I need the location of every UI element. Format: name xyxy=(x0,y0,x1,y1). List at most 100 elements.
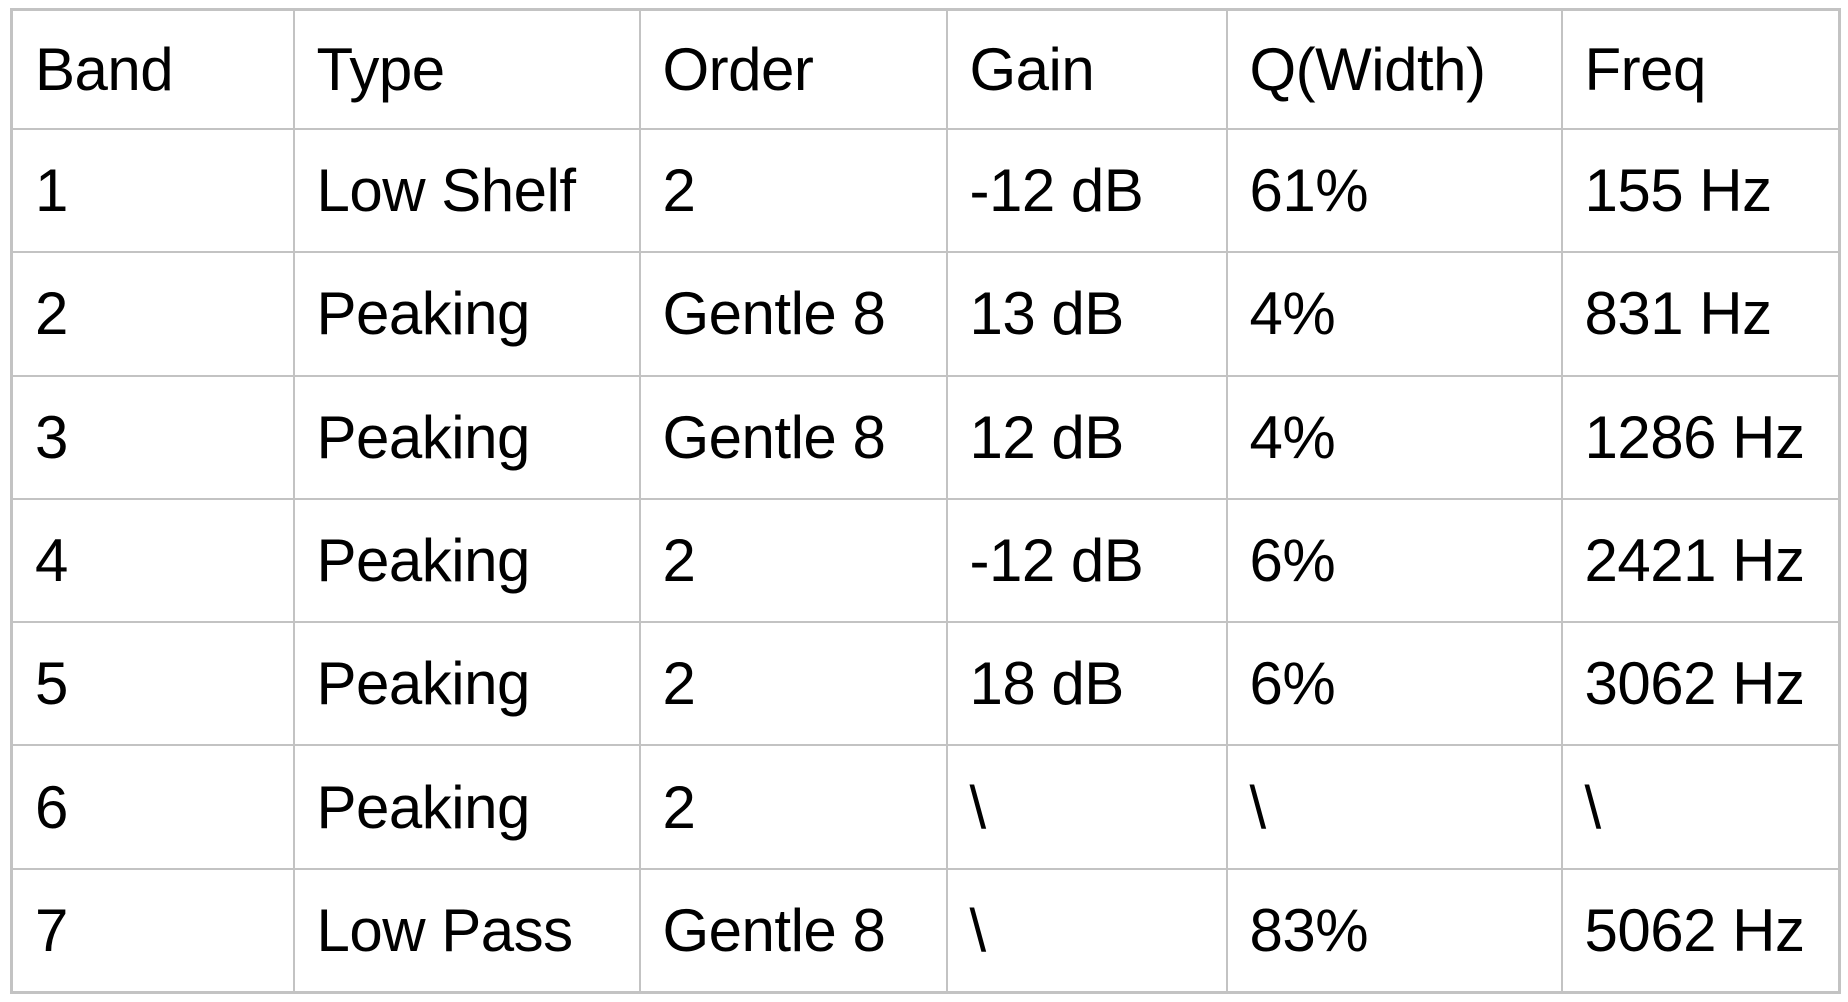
cell-order: Gentle 8 xyxy=(638,867,948,994)
column-header-order-label: Order xyxy=(662,36,814,103)
cell-freq: 3062 Hz xyxy=(1560,621,1841,747)
column-header-band-label: Band xyxy=(35,36,174,103)
cell-freq: 831 Hz xyxy=(1560,251,1841,377)
cell-band-value: 1 xyxy=(35,157,68,225)
cell-band: 6 xyxy=(10,744,295,870)
cell-freq-value: 3062 Hz xyxy=(1584,650,1805,718)
cell-gain: \ xyxy=(945,744,1228,870)
cell-gain: 13 dB xyxy=(945,251,1228,377)
cell-type: Peaking xyxy=(292,621,641,747)
table-row: 7 Low Pass Gentle 8 \ 83% 5062 Hz xyxy=(10,867,1841,994)
table-row: 1 Low Shelf 2 -12 dB 61% 155 Hz xyxy=(10,127,1841,254)
table-row: 4 Peaking 2 -12 dB 6% 2421 Hz xyxy=(10,497,1841,624)
cell-q-value: 83% xyxy=(1249,896,1369,964)
cell-q: \ xyxy=(1225,744,1563,870)
cell-freq-value: 1286 Hz xyxy=(1584,403,1805,471)
cell-type-value: Low Pass xyxy=(316,896,574,964)
cell-gain-placeholder: \ xyxy=(969,896,987,964)
cell-type-value: Peaking xyxy=(316,773,531,841)
table-row: 5 Peaking 2 18 dB 6% 3062 Hz xyxy=(10,621,1841,747)
cell-type: Peaking xyxy=(292,251,641,377)
table-header: Band Type Order Gain Q(Width) Freq xyxy=(10,8,1841,130)
cell-type-value: Peaking xyxy=(316,280,531,348)
column-header-gain: Gain xyxy=(945,8,1228,130)
cell-q: 6% xyxy=(1225,497,1563,624)
cell-q-placeholder: \ xyxy=(1249,773,1267,841)
cell-band: 4 xyxy=(10,497,295,624)
cell-q: 61% xyxy=(1225,127,1563,254)
cell-band-value: 2 xyxy=(35,280,68,348)
cell-gain-value: -12 dB xyxy=(969,157,1144,225)
cell-gain-placeholder: \ xyxy=(969,773,987,841)
cell-type-value: Low Shelf xyxy=(316,157,577,225)
table-row: 6 Peaking 2 \ \ \ xyxy=(10,744,1841,870)
cell-order: 2 xyxy=(638,497,948,624)
cell-band: 5 xyxy=(10,621,295,747)
cell-gain: -12 dB xyxy=(945,127,1228,254)
cell-q-value: 4% xyxy=(1249,403,1336,471)
cell-band-value: 5 xyxy=(35,650,68,718)
cell-order: 2 xyxy=(638,744,948,870)
eq-table-container: Band Type Order Gain Q(Width) Freq 1 Low… xyxy=(0,0,1848,1002)
cell-type: Low Pass xyxy=(292,867,641,994)
cell-band: 3 xyxy=(10,374,295,500)
cell-q-value: 6% xyxy=(1249,526,1336,594)
cell-order-value: 2 xyxy=(662,650,696,718)
cell-q: 83% xyxy=(1225,867,1563,994)
cell-freq-value: 5062 Hz xyxy=(1584,896,1805,964)
cell-band: 7 xyxy=(10,867,295,994)
cell-gain-value: -12 dB xyxy=(969,526,1144,594)
table-body: 1 Low Shelf 2 -12 dB 61% 155 Hz 2 Peakin… xyxy=(10,127,1841,994)
cell-order-value: Gentle 8 xyxy=(662,403,886,471)
column-header-freq: Freq xyxy=(1560,8,1841,130)
cell-freq: \ xyxy=(1560,744,1841,870)
column-header-band: Band xyxy=(10,8,295,130)
cell-type: Peaking xyxy=(292,744,641,870)
cell-freq: 5062 Hz xyxy=(1560,867,1841,994)
cell-freq: 155 Hz xyxy=(1560,127,1841,254)
cell-gain: 18 dB xyxy=(945,621,1228,747)
column-header-q-label: Q(Width) xyxy=(1249,36,1487,103)
cell-order-value: Gentle 8 xyxy=(662,896,886,964)
cell-order: 2 xyxy=(638,127,948,254)
cell-type-value: Peaking xyxy=(316,403,531,471)
cell-type-value: Peaking xyxy=(316,650,531,718)
cell-band-value: 3 xyxy=(35,403,68,471)
table-row: 2 Peaking Gentle 8 13 dB 4% 831 Hz xyxy=(10,251,1841,377)
column-header-type-label: Type xyxy=(316,36,446,103)
cell-q: 6% xyxy=(1225,621,1563,747)
cell-freq: 2421 Hz xyxy=(1560,497,1841,624)
cell-freq-value: 831 Hz xyxy=(1584,280,1773,348)
cell-order-value: 2 xyxy=(662,773,696,841)
cell-band-value: 6 xyxy=(35,773,68,841)
column-header-type: Type xyxy=(292,8,641,130)
cell-gain: 12 dB xyxy=(945,374,1228,500)
cell-gain-value: 12 dB xyxy=(969,403,1125,471)
cell-order: 2 xyxy=(638,621,948,747)
column-header-freq-label: Freq xyxy=(1584,36,1707,103)
column-header-q: Q(Width) xyxy=(1225,8,1563,130)
cell-order: Gentle 8 xyxy=(638,251,948,377)
cell-band: 2 xyxy=(10,251,295,377)
cell-freq-value: 2421 Hz xyxy=(1584,526,1805,594)
cell-gain: \ xyxy=(945,867,1228,994)
cell-gain-value: 13 dB xyxy=(969,280,1125,348)
cell-freq-placeholder: \ xyxy=(1584,773,1602,841)
cell-gain: -12 dB xyxy=(945,497,1228,624)
cell-band-value: 7 xyxy=(35,896,68,964)
cell-q-value: 6% xyxy=(1249,650,1336,718)
cell-band-value: 4 xyxy=(35,526,68,594)
cell-type-value: Peaking xyxy=(316,526,531,594)
cell-q-value: 4% xyxy=(1249,280,1336,348)
cell-band: 1 xyxy=(10,127,295,254)
cell-freq-value: 155 Hz xyxy=(1584,157,1773,225)
cell-q-value: 61% xyxy=(1249,157,1369,225)
cell-type: Peaking xyxy=(292,497,641,624)
column-header-gain-label: Gain xyxy=(969,36,1095,103)
cell-gain-value: 18 dB xyxy=(969,650,1125,718)
cell-freq: 1286 Hz xyxy=(1560,374,1841,500)
cell-type: Peaking xyxy=(292,374,641,500)
column-header-order: Order xyxy=(638,8,948,130)
cell-q: 4% xyxy=(1225,374,1563,500)
eq-band-table: Band Type Order Gain Q(Width) Freq 1 Low… xyxy=(10,8,1841,994)
